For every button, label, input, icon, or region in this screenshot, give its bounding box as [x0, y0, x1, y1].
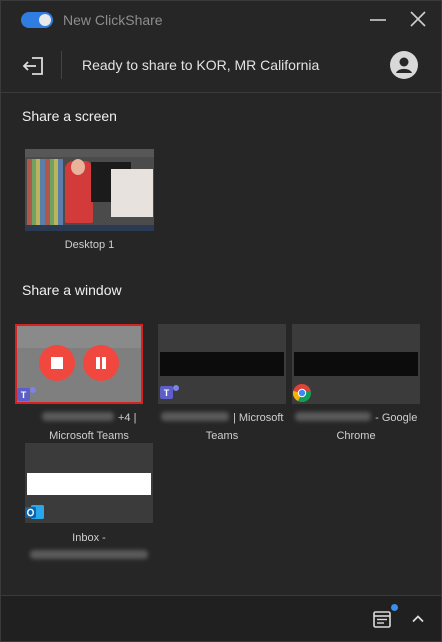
- window-thumbnail: [294, 352, 418, 376]
- window-caption-4: Inbox -: [25, 528, 153, 564]
- pause-sharing-button[interactable]: [83, 345, 119, 381]
- bottom-bar: [1, 595, 441, 641]
- svg-text:T: T: [21, 390, 27, 400]
- window-tile-chrome[interactable]: [292, 324, 420, 404]
- app-title: New ClickShare: [63, 12, 163, 28]
- window-tile-teams-2[interactable]: T: [158, 324, 286, 404]
- desktop-tile[interactable]: [25, 149, 154, 231]
- outlook-icon: [25, 505, 44, 519]
- close-icon: [410, 11, 426, 27]
- teams-icon: T: [160, 385, 179, 399]
- avatar-icon: [390, 51, 418, 79]
- chevron-up-icon: [412, 615, 424, 623]
- enable-toggle[interactable]: [21, 12, 53, 28]
- window-caption-1: +4 | Microsoft Teams: [25, 408, 153, 444]
- desktop-label: Desktop 1: [64, 239, 115, 251]
- exit-icon: [22, 57, 43, 75]
- minimize-button[interactable]: [365, 7, 391, 33]
- status-header: Ready to share to KOR, MR California: [1, 39, 441, 93]
- title-bar: New ClickShare: [1, 1, 441, 39]
- clickshare-window: New ClickShare Ready to share to KOR, MR…: [0, 0, 442, 642]
- window-thumbnail: [160, 352, 284, 376]
- window-caption-3: - Google Chrome: [292, 408, 420, 444]
- window-thumbnail: [27, 473, 151, 495]
- status-text: Ready to share to KOR, MR California: [82, 57, 320, 73]
- toggle-knob: [39, 14, 51, 26]
- teams-icon: T: [17, 387, 36, 401]
- notification-dot: [391, 604, 398, 611]
- expand-button[interactable]: [409, 610, 427, 628]
- pause-icon: [96, 357, 100, 369]
- share-window-heading: Share a window: [22, 282, 122, 298]
- window-tile-outlook[interactable]: [25, 443, 153, 523]
- stop-sharing-button[interactable]: [39, 345, 75, 381]
- calendar-button[interactable]: [371, 608, 393, 630]
- calendar-icon: [373, 611, 391, 628]
- share-screen-heading: Share a screen: [22, 108, 117, 124]
- window-caption-2: | Microsoft Teams: [158, 408, 286, 444]
- desktop-thumbnail: [25, 149, 154, 231]
- stop-icon: [51, 357, 63, 369]
- minimize-icon: [370, 19, 386, 21]
- leave-button[interactable]: [21, 53, 47, 79]
- window-tile-teams-1[interactable]: T: [15, 324, 143, 404]
- header-divider: [61, 51, 62, 79]
- account-button[interactable]: [390, 51, 418, 79]
- svg-text:T: T: [164, 388, 170, 398]
- close-button[interactable]: [405, 7, 431, 33]
- chrome-icon: [292, 384, 312, 403]
